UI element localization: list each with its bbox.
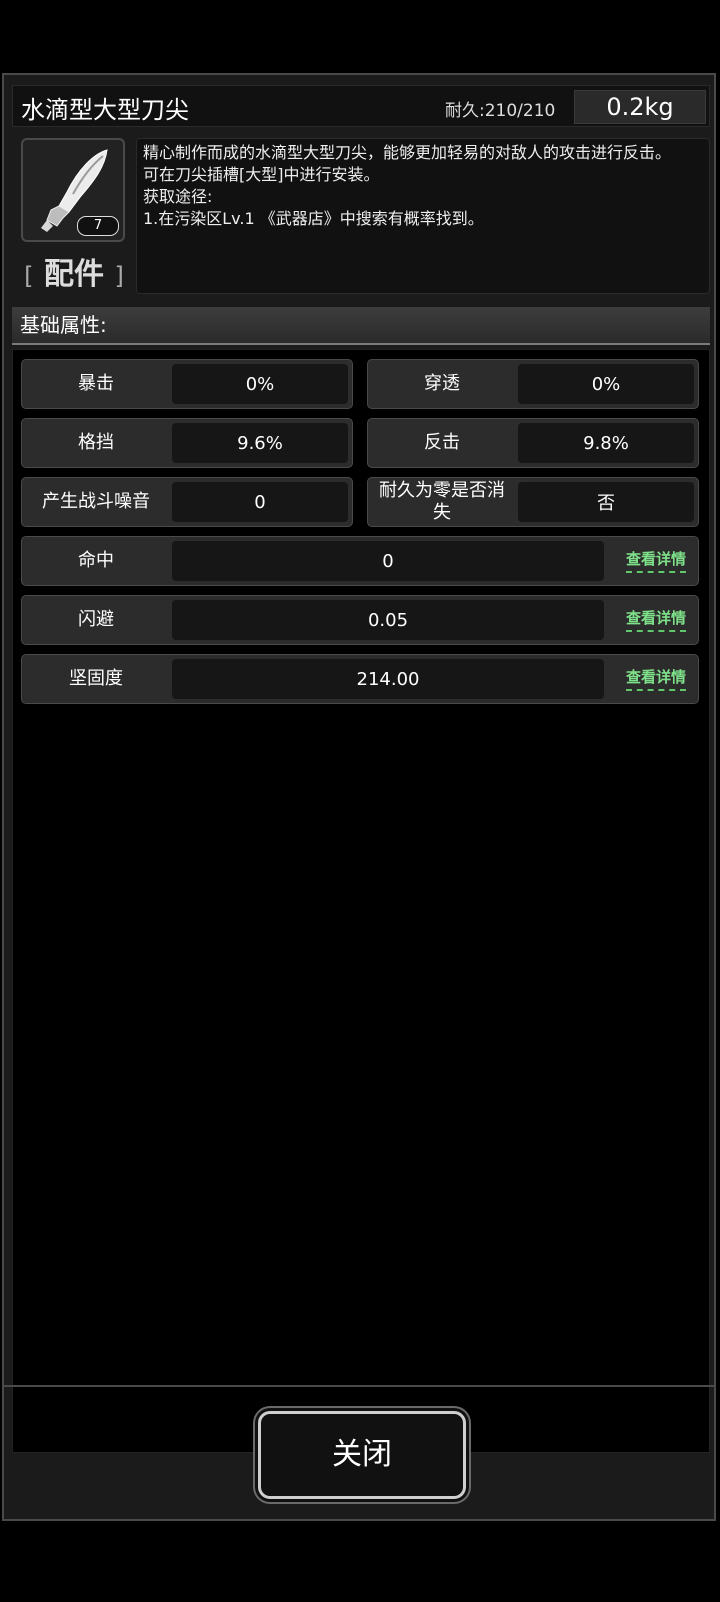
stat-pierce: 穿透 0% bbox=[367, 359, 699, 409]
stat-label: 闪避 bbox=[78, 609, 114, 630]
stat-label: 坚固度 bbox=[69, 668, 123, 689]
stat-toughness: 坚固度 214.00 查看详情 bbox=[21, 654, 699, 704]
view-details-link[interactable]: 查看详情 bbox=[625, 666, 686, 691]
item-name: 水滴型大型刀尖 bbox=[21, 96, 189, 124]
item-category: [ 配件 ] bbox=[22, 249, 126, 293]
desc-line: 获取途径: bbox=[143, 187, 213, 206]
weight-box: 0.2kg bbox=[574, 90, 706, 124]
footer-divider bbox=[4, 1385, 714, 1387]
category-label: 配件 bbox=[44, 257, 104, 292]
stat-label: 产生战斗噪音 bbox=[42, 491, 150, 512]
desc-line: 1.在污染区Lv.1 《武器店》中搜索有概率找到。 bbox=[143, 209, 484, 228]
item-detail-panel: 水滴型大型刀尖 耐久:210/210 0.2kg 7 [ 配件 ] 精心制作而成… bbox=[2, 73, 716, 1521]
stat-value: 0% bbox=[172, 364, 348, 404]
stat-label: 反击 bbox=[424, 432, 460, 453]
category-bracket-left: [ bbox=[24, 262, 34, 290]
section-title-basic-attributes: 基础属性: bbox=[12, 307, 710, 345]
stat-label: 暴击 bbox=[78, 373, 114, 394]
stat-value: 0.05 bbox=[172, 600, 604, 640]
stat-label: 穿透 bbox=[424, 373, 460, 394]
stat-label: 耐久为零是否消失 bbox=[379, 480, 505, 523]
close-button[interactable]: 关闭 bbox=[258, 1411, 466, 1499]
stat-label: 命中 bbox=[78, 550, 114, 571]
stat-vanish: 耐久为零是否消失 否 bbox=[367, 477, 699, 527]
stat-value: 0 bbox=[172, 541, 604, 581]
stat-counter: 反击 9.8% bbox=[367, 418, 699, 468]
stats-list: 暴击 0% 穿透 0% 格挡 9.6% 反击 9.8% 产生战斗噪音 0 耐久为… bbox=[12, 349, 710, 1453]
stat-noise: 产生战斗噪音 0 bbox=[21, 477, 353, 527]
stat-value: 0% bbox=[518, 364, 694, 404]
durability-text: 耐久:210/210 bbox=[445, 101, 556, 121]
category-bracket-right: ] bbox=[114, 262, 124, 290]
item-description: 精心制作而成的水滴型大型刀尖，能够更加轻易的对敌人的攻击进行反击。 可在刀尖插槽… bbox=[136, 138, 710, 294]
stat-value: 9.6% bbox=[172, 423, 348, 463]
desc-line: 精心制作而成的水滴型大型刀尖，能够更加轻易的对敌人的攻击进行反击。 bbox=[143, 143, 672, 162]
view-details-link[interactable]: 查看详情 bbox=[625, 607, 686, 632]
stat-label: 格挡 bbox=[78, 432, 114, 453]
view-details-link[interactable]: 查看详情 bbox=[625, 548, 686, 573]
stat-value: 214.00 bbox=[172, 659, 604, 699]
stat-block: 格挡 9.6% bbox=[21, 418, 353, 468]
item-icon-box[interactable]: 7 bbox=[21, 138, 125, 242]
stat-value: 9.8% bbox=[518, 423, 694, 463]
item-header: 水滴型大型刀尖 耐久:210/210 0.2kg bbox=[12, 85, 710, 127]
stat-value: 否 bbox=[518, 482, 694, 522]
stat-value: 0 bbox=[172, 482, 348, 522]
stat-crit: 暴击 0% bbox=[21, 359, 353, 409]
stat-hit: 命中 0 查看详情 bbox=[21, 536, 699, 586]
item-count-badge: 7 bbox=[77, 216, 119, 236]
stat-dodge: 闪避 0.05 查看详情 bbox=[21, 595, 699, 645]
desc-line: 可在刀尖插槽[大型]中进行安装。 bbox=[143, 165, 380, 184]
